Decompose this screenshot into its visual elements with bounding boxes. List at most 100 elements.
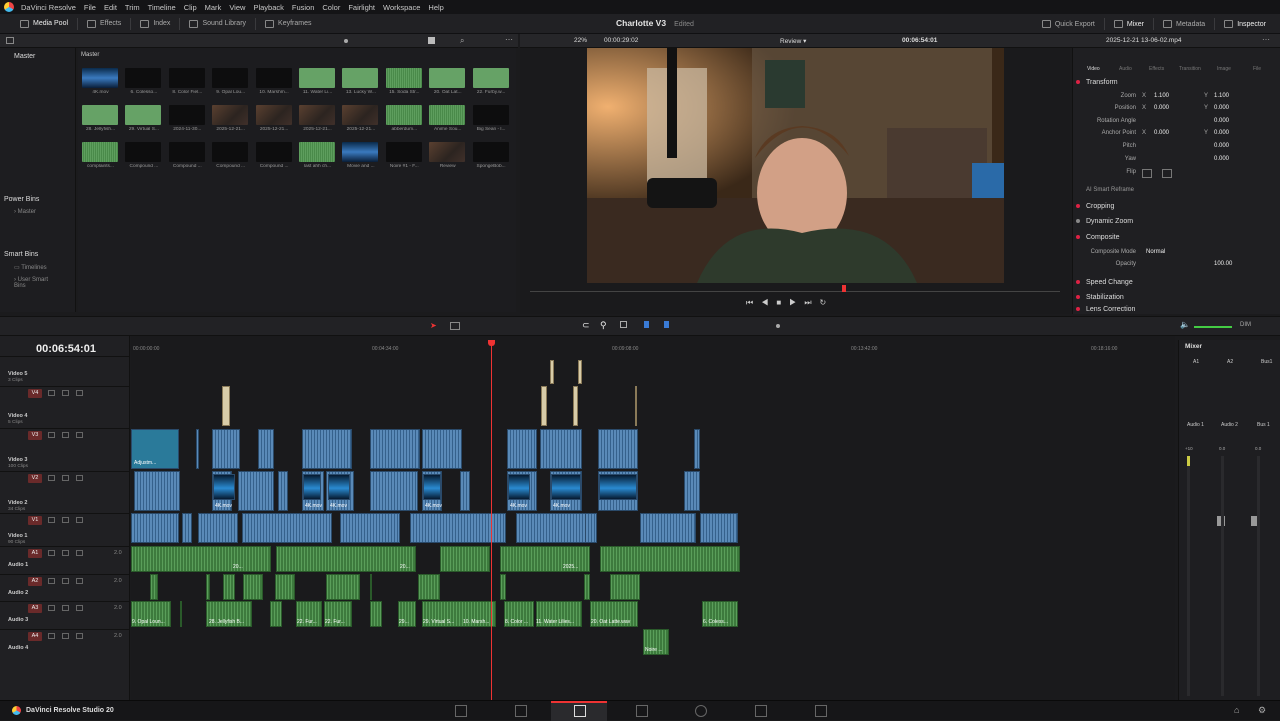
zoom-x-value[interactable]: 1.100 (1154, 93, 1169, 99)
track-header-v2[interactable]: V2 Video 2 34 Clips (0, 471, 130, 513)
anchor-y-value[interactable]: 0.000 (1214, 130, 1229, 136)
cut-page-icon[interactable] (515, 705, 527, 717)
track-sync-icon[interactable] (62, 633, 69, 639)
snapping-icon[interactable]: ⊂ (582, 320, 590, 331)
audio-clip[interactable] (326, 574, 360, 600)
flip-horizontal-icon[interactable] (1142, 169, 1152, 178)
track-header-v1[interactable]: V1 Video 1 90 Clips (0, 513, 130, 546)
marker-icon[interactable] (664, 321, 669, 328)
zoom-level[interactable]: 22% (574, 37, 587, 44)
stop-icon[interactable]: ■ (776, 298, 789, 307)
media-clip[interactable]: Compound ... (125, 142, 162, 173)
track-lock-icon[interactable] (48, 550, 55, 556)
timeline-clip[interactable] (131, 513, 179, 543)
tab-effects[interactable]: Effects (1149, 66, 1164, 72)
timeline-clip[interactable] (212, 429, 240, 469)
track-badge[interactable]: A2 (28, 577, 42, 586)
inspector-button[interactable]: Inspector (1215, 14, 1280, 34)
menu-timeline[interactable]: Timeline (144, 3, 180, 12)
playhead[interactable] (491, 340, 492, 700)
menu-edit[interactable]: Edit (100, 3, 121, 12)
track-volume[interactable]: 2.0 (114, 633, 122, 639)
clip-thumbnail[interactable] (508, 474, 530, 500)
track-monitor-icon[interactable] (76, 432, 83, 438)
audio-clip[interactable] (610, 574, 640, 600)
tab-image[interactable]: Image (1217, 66, 1231, 72)
track-lock-icon[interactable] (48, 605, 55, 611)
audio-clip[interactable] (276, 546, 416, 572)
timeline-clip[interactable] (541, 386, 547, 426)
media-clip[interactable]: 2024-11-30... (168, 105, 206, 136)
timeline-clip[interactable] (573, 386, 578, 426)
timeline-clip[interactable] (598, 429, 638, 469)
dynamic-zoom-section[interactable]: Dynamic Zoom (1076, 214, 1276, 228)
media-clip[interactable]: 2025-12-21... (342, 105, 379, 136)
menu-mark[interactable]: Mark (201, 3, 226, 12)
media-clip[interactable]: last ahh ch... (299, 142, 336, 173)
track-badge[interactable]: V2 (28, 474, 42, 483)
track-badge[interactable]: A1 (28, 549, 42, 558)
clip-thumbnail[interactable] (599, 474, 637, 500)
timeline-clip[interactable] (507, 429, 537, 469)
track-header-v4[interactable]: V4 Video 45 Clips (0, 386, 130, 426)
track-header-v3[interactable]: V3 Video 3 100 Clips (0, 428, 130, 470)
fusion-page-icon[interactable] (636, 705, 648, 717)
media-clip[interactable]: 29. Virtual S... (125, 105, 162, 136)
track-lock-icon[interactable] (48, 390, 55, 396)
timeline-clip[interactable] (422, 429, 462, 469)
audio-clip[interactable] (370, 574, 372, 600)
tab-video[interactable]: Video (1087, 66, 1100, 72)
tab-file[interactable]: File (1253, 66, 1261, 72)
track-lock-icon[interactable] (48, 432, 55, 438)
clip-thumbnail[interactable] (213, 474, 235, 500)
track-monitor-icon[interactable] (76, 605, 83, 611)
track-badge[interactable]: V3 (28, 431, 42, 440)
timeline-clip[interactable] (238, 471, 274, 511)
timeline-clip[interactable] (460, 471, 470, 511)
play-icon[interactable]: ▶ (789, 298, 804, 307)
audio-clip[interactable] (584, 574, 590, 600)
flip-vertical-icon[interactable] (1162, 169, 1172, 178)
home-icon[interactable]: ⌂ (1234, 705, 1239, 715)
clip-thumbnail[interactable] (423, 474, 441, 500)
menu-file[interactable]: File (80, 3, 100, 12)
track-sync-icon[interactable] (62, 578, 69, 584)
media-clip[interactable]: 22. Furby.w... (472, 68, 510, 99)
index-button[interactable]: Index (131, 14, 179, 34)
audio-clip[interactable] (150, 574, 158, 600)
media-clip[interactable]: 28. Jellyfish... (82, 105, 119, 136)
media-clip[interactable]: 4K.mov (82, 68, 119, 99)
track-monitor-icon[interactable] (76, 390, 83, 396)
tab-transition[interactable]: Transition (1179, 66, 1201, 72)
media-clip[interactable]: Noire #1 - F... (385, 142, 423, 173)
media-clip[interactable]: 10. Marshm... (255, 68, 293, 99)
media-clip[interactable]: abberdum... (385, 105, 423, 136)
edit-page-icon[interactable] (574, 705, 586, 717)
cropping-section[interactable]: Cropping (1076, 199, 1276, 213)
timeline-clip[interactable] (198, 513, 238, 543)
timeline-clip[interactable] (222, 386, 230, 426)
user-smart-bins[interactable]: › User Smart Bins (0, 274, 75, 292)
track-header-a3[interactable]: A3 Audio 3 2.0 (0, 601, 130, 628)
timeline-clip[interactable] (196, 429, 199, 469)
loop-icon[interactable]: ↻ (820, 298, 835, 307)
anchor-x-value[interactable]: 0.000 (1154, 130, 1169, 136)
smart-reframe-section[interactable]: AI Smart Reframe (1076, 183, 1276, 197)
audio-clip[interactable] (270, 601, 282, 627)
menu-view[interactable]: View (225, 3, 249, 12)
audio-clip[interactable] (206, 574, 210, 600)
timeline-clip[interactable] (134, 471, 180, 511)
power-bin-master[interactable]: › Master (0, 206, 75, 218)
track-sync-icon[interactable] (62, 517, 69, 523)
menu-playback[interactable]: Playback (249, 3, 287, 12)
zoom-y-value[interactable]: 1.100 (1214, 93, 1229, 99)
timeline-clip[interactable] (550, 360, 554, 384)
timeline-clip[interactable] (700, 513, 738, 543)
audio-clip[interactable] (275, 574, 295, 600)
audio-clip[interactable] (500, 574, 506, 600)
audio-clip[interactable] (600, 546, 740, 572)
track-header-a2[interactable]: A2 Audio 2 2.0 (0, 574, 130, 601)
scrub-playhead[interactable] (842, 285, 846, 292)
timeline-clip[interactable] (684, 471, 700, 511)
settings-icon[interactable]: ⚙ (1258, 705, 1266, 716)
